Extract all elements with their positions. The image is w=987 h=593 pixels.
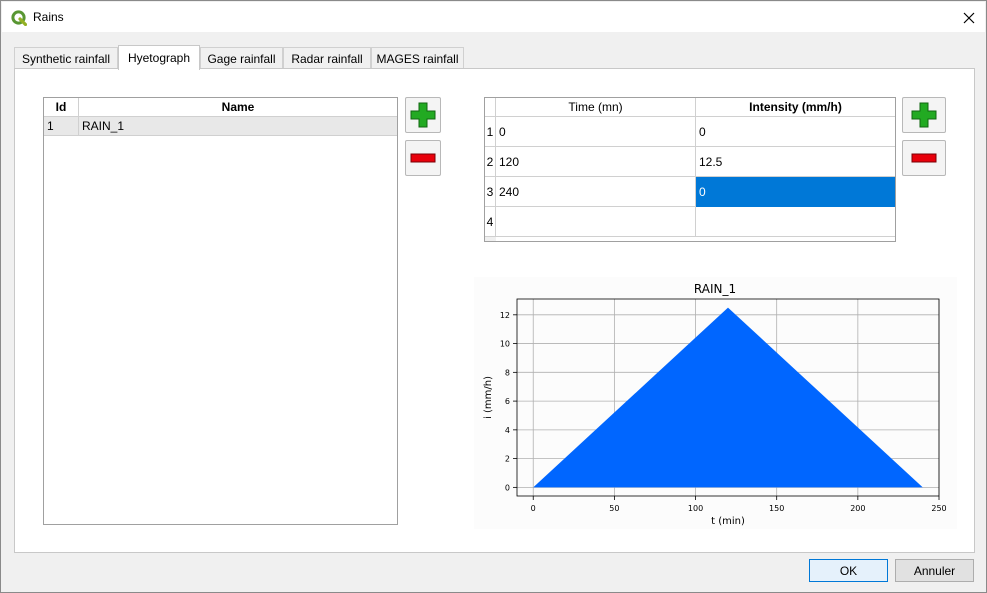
remove-rain-button[interactable] (405, 140, 441, 176)
intensity-cell[interactable] (696, 207, 895, 237)
minus-icon (410, 153, 436, 163)
chart-canvas: RAIN_1 0 50 100 150 200 250024681012 t (min) … (483, 282, 947, 527)
add-row-button[interactable] (902, 97, 946, 133)
plus-icon (911, 102, 937, 128)
row-number: 2 (485, 147, 496, 177)
row-name: RAIN_1 (82, 119, 125, 133)
tab-label: Hyetograph (127, 51, 191, 65)
y-tick-label: 6 (505, 397, 510, 406)
column-header-time[interactable]: Time (mn) (496, 98, 696, 117)
column-header-name[interactable]: Name (79, 98, 397, 117)
ok-button[interactable]: OK (809, 559, 888, 582)
time-cell[interactable]: 120 (496, 147, 696, 177)
row-number: 1 (485, 117, 496, 147)
minus-icon (911, 153, 937, 163)
chart-title: RAIN_1 (694, 282, 736, 296)
x-axis-label: t (min) (711, 516, 745, 527)
table-row[interactable]: 1 0 0 (485, 117, 895, 147)
row-number: 4 (485, 207, 496, 237)
table-row[interactable]: 2 120 12.5 (485, 147, 895, 177)
x-tick-label: 100 (688, 504, 703, 513)
time-cell[interactable]: 240 (496, 177, 696, 207)
tab-gage-rainfall[interactable]: Gage rainfall (200, 47, 283, 69)
tab-label: MAGES rainfall (376, 51, 459, 66)
remove-row-button[interactable] (902, 140, 946, 176)
x-tick-label: 0 (531, 504, 536, 513)
close-button[interactable] (954, 6, 984, 30)
window-title: Rains (33, 10, 64, 24)
column-header-intensity[interactable]: Intensity (mm/h) (696, 98, 895, 117)
hyetograph-chart: RAIN_1 0 50 100 150 200 250 0 2 4 6 8 10 12 t (min) … (474, 277, 957, 529)
plus-icon (410, 102, 436, 128)
cancel-button[interactable]: Annuler (895, 559, 974, 582)
time-cell[interactable]: 0 (496, 117, 696, 147)
close-icon (963, 12, 975, 24)
hyetograph-table[interactable]: Time (mn) Intensity (mm/h) 1 0 0 2 120 1… (484, 97, 896, 242)
y-tick-label: 8 (505, 368, 510, 377)
y-tick-label: 12 (500, 311, 510, 320)
x-tick-label: 250 (931, 504, 946, 513)
table-row[interactable]: 4 (485, 207, 895, 237)
row-header-filler (485, 237, 496, 241)
row-number: 3 (485, 177, 496, 207)
tab-label: Radar rainfall (291, 51, 363, 66)
x-tick-label: 50 (609, 504, 619, 513)
row-id: 1 (44, 117, 79, 135)
tab-mages-rainfall[interactable]: MAGES rainfall (371, 47, 464, 69)
rains-dialog: Rains Synthetic rainfall Hyetograph Gage… (0, 0, 987, 593)
y-tick-label: 10 (500, 340, 510, 349)
y-tick-label: 4 (505, 426, 510, 435)
intensity-cell[interactable]: 0 (696, 117, 895, 147)
tab-label: Synthetic rainfall (21, 51, 111, 66)
rainfall-area (533, 307, 923, 488)
rains-table[interactable]: Id Name 1 RAIN_1 (43, 97, 398, 525)
corner-header (485, 98, 496, 117)
y-tick-label: 0 (505, 483, 510, 492)
column-header-id[interactable]: Id (44, 98, 79, 117)
add-rain-button[interactable] (405, 97, 441, 133)
tab-radar-rainfall[interactable]: Radar rainfall (283, 47, 371, 69)
time-cell[interactable] (496, 207, 696, 237)
intensity-cell-selected[interactable]: 0 (696, 177, 895, 207)
tab-label: Gage rainfall (207, 51, 276, 66)
x-tick-label: 200 (850, 504, 865, 513)
table-row[interactable]: 3 240 0 (485, 177, 895, 207)
title-bar: Rains (2, 2, 985, 32)
table-row[interactable]: 1 RAIN_1 (44, 117, 397, 136)
tab-synthetic-rainfall[interactable]: Synthetic rainfall (14, 47, 118, 69)
y-tick-label: 2 (505, 455, 510, 464)
x-tick-label: 150 (769, 504, 784, 513)
y-axis-label: i (mm/h) (483, 376, 494, 419)
tab-hyetograph[interactable]: Hyetograph (118, 45, 200, 70)
intensity-cell[interactable]: 12.5 (696, 147, 895, 177)
qgis-logo-icon (11, 10, 28, 27)
